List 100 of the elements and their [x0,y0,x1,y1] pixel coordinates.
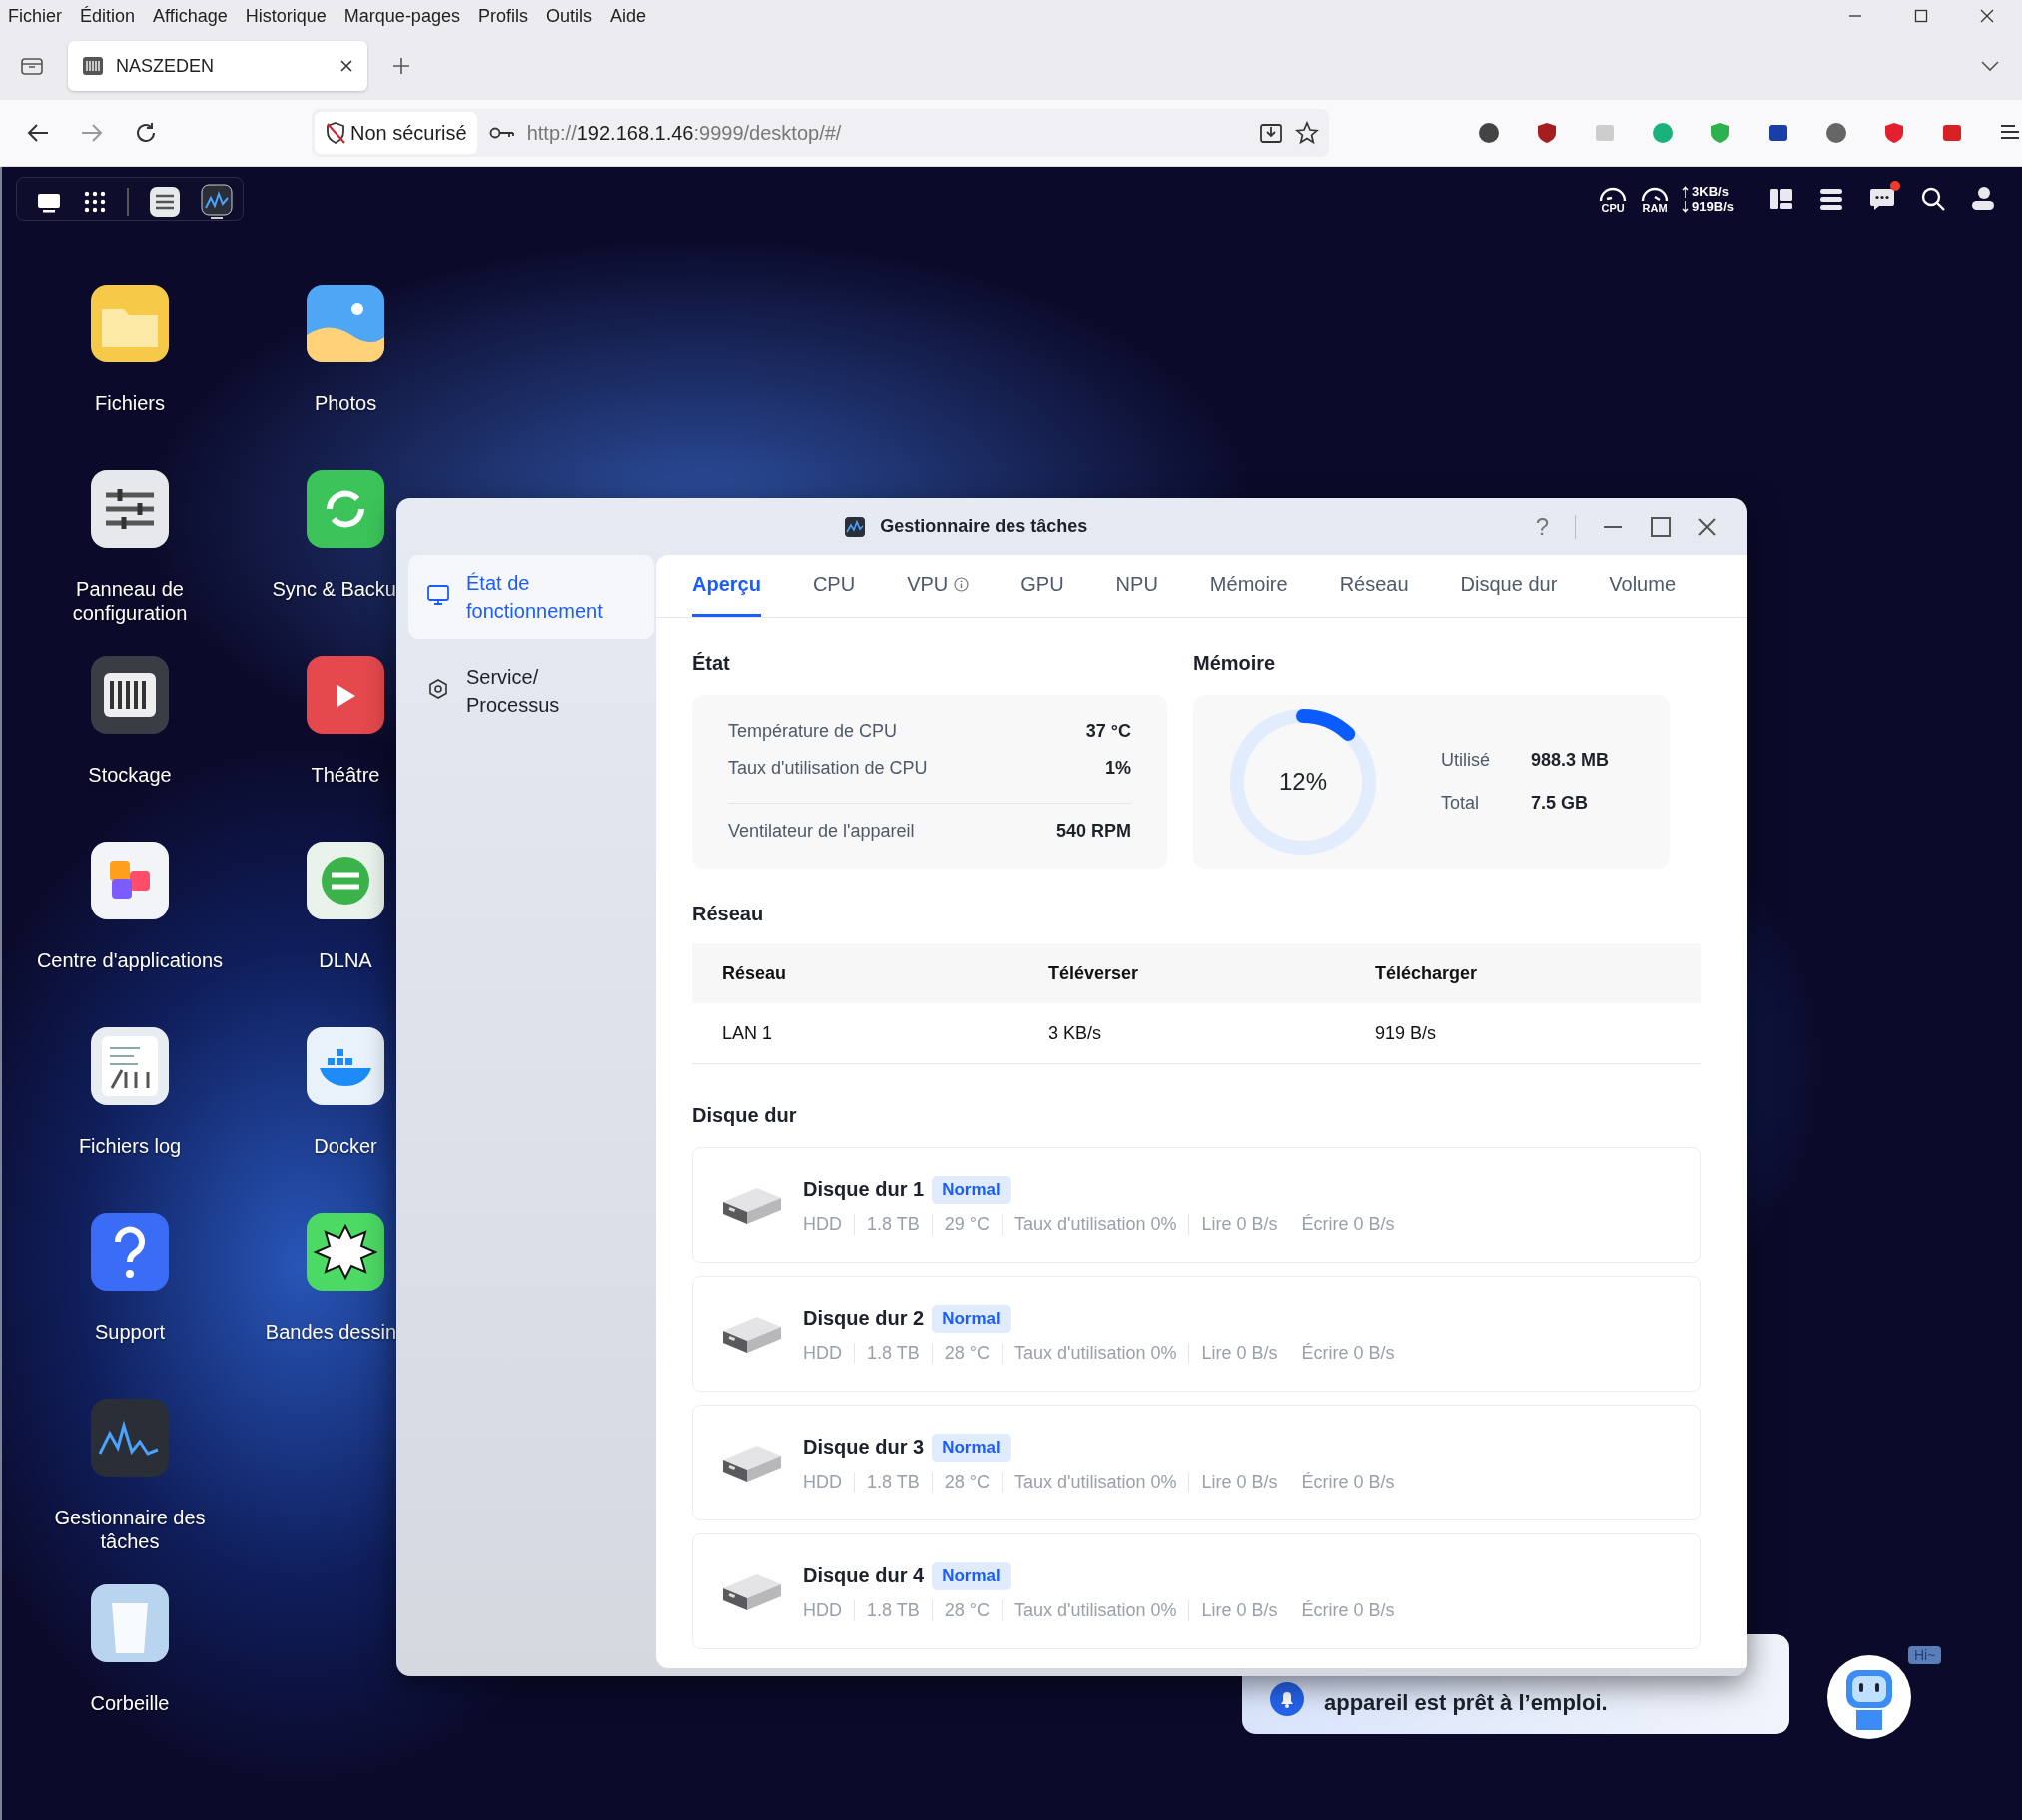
app-label[interactable]: DLNA [319,948,372,972]
section-heading: État [692,652,731,675]
forward-icon[interactable] [80,122,104,144]
tab[interactable]: Aperçu [692,555,761,617]
address-bar[interactable]: Non sécurisé http://192.168.1.46:9999/desktop/#/ [311,109,1329,157]
maximize-icon[interactable] [1914,9,1928,23]
robot-avatar-icon[interactable] [1826,1654,1912,1740]
app-label[interactable]: Stockage [88,763,172,787]
trash-icon[interactable] [90,1583,170,1663]
close-icon[interactable] [1980,9,1994,23]
stat-value: 988.3 MB [1531,750,1610,771]
question-icon[interactable] [90,1212,170,1292]
tab[interactable]: GPU [1020,555,1064,617]
app-label[interactable]: Fichiers log [78,1134,182,1158]
disk-detail: HDD [803,1342,855,1364]
list-icon[interactable] [1818,187,1844,211]
security-indicator[interactable]: Non sécurisé [314,112,477,154]
tab[interactable]: NPU [1115,555,1158,617]
browser-tab[interactable]: NASZEDEN [68,41,367,91]
menu-item[interactable]: Affichage [153,5,228,27]
new-tab-icon[interactable] [391,56,411,76]
menu-item[interactable]: Profils [477,5,528,27]
help-button[interactable]: ? [1535,512,1549,541]
sync-icon[interactable] [306,469,385,549]
app-label[interactable]: Docker [314,1134,377,1158]
app-label[interactable]: Fichiers [95,391,165,415]
memory-percent: 12% [1278,768,1327,796]
close-icon[interactable] [339,59,353,73]
cpu-gauge[interactable]: CPU [1598,184,1629,214]
menu-item[interactable]: Historique [245,5,327,27]
comic-icon[interactable] [306,1212,385,1292]
chevron-down-icon[interactable] [1980,60,2000,72]
extension-icon[interactable] [1824,121,1848,145]
storage-icon[interactable] [90,655,170,735]
log-icon[interactable] [90,1026,170,1106]
status-tag: Normal [932,1304,1011,1333]
tab[interactable]: CPU [812,555,856,617]
tab[interactable]: VPU [907,555,970,617]
photo-icon[interactable] [306,284,385,363]
app-label[interactable]: Corbeille [90,1691,170,1715]
grid-icon[interactable] [83,190,107,214]
app-label[interactable]: Sync & Backu [272,577,396,601]
disk-detail: 28 °C [944,1342,1003,1364]
sidebar-item[interactable]: État de fonctionnement [408,555,654,639]
maximize-icon[interactable] [1650,515,1672,538]
stat-label: Température de CPU [728,720,898,742]
disk-detail: HDD [803,1471,855,1493]
play-icon[interactable] [306,655,385,735]
download-page-icon[interactable] [1259,122,1283,144]
section-heading: Mémoire [1193,652,1277,675]
menu-item[interactable]: Aide [609,5,646,27]
apps-icon[interactable] [90,841,170,920]
sliders-icon[interactable] [149,186,181,218]
tab-list-icon[interactable] [20,55,44,77]
app-label[interactable]: Théâtre [311,763,380,787]
extension-icon[interactable] [1882,121,1906,145]
tab[interactable]: Mémoire [1209,555,1288,617]
extension-icon[interactable] [1535,121,1559,145]
key-icon[interactable] [488,126,515,140]
whale-icon[interactable] [306,1026,385,1106]
chart-icon [844,515,867,538]
app-label[interactable]: Centre d'applications [36,948,224,972]
menu-item[interactable]: Fichier [8,5,62,27]
chart-icon[interactable] [90,1398,170,1478]
status-tag: Normal [932,1433,1011,1462]
greeting-badge: Hi~ [1908,1646,1942,1664]
stat-label: Total [1441,793,1481,814]
disk-detail: 1.8 TB [867,1342,933,1364]
chart-icon[interactable] [201,184,233,220]
app-label[interactable]: Photos [314,391,377,415]
close-icon[interactable] [1697,516,1717,537]
layout-icon[interactable] [1768,187,1794,211]
tab[interactable]: Réseau [1339,555,1409,617]
disk-detail: Taux d'utilisation 0% [1013,1342,1190,1364]
app-label[interactable]: Panneau de configuration [30,577,230,625]
disk-detail: Lire 0 B/s [1201,1471,1279,1493]
disk-detail: Écrire 0 B/s [1301,1599,1396,1621]
search-icon[interactable] [1920,186,1946,212]
folder-icon[interactable] [90,284,170,363]
arrow-up-icon [1682,185,1690,198]
extension-icon[interactable] [1477,121,1501,145]
tab[interactable]: Volume [1609,555,1676,617]
sidebar-item[interactable]: Service/ Processus [408,649,654,733]
upload-speed: 3KB/s [1692,184,1729,199]
menu-item[interactable]: Outils [545,5,592,27]
back-icon[interactable] [26,122,50,144]
disk-detail: Taux d'utilisation 0% [1013,1471,1190,1493]
notification-text: appareil est prêt à l’emploi. [1324,1690,1608,1716]
app-label[interactable]: Support [94,1320,166,1344]
star-icon[interactable] [1295,121,1319,145]
user-icon[interactable] [1970,186,1996,212]
ram-gauge[interactable]: RAM [1640,184,1671,214]
download-speed: 919B/s [1692,199,1734,214]
tab[interactable]: Disque dur [1460,555,1558,617]
menu-item[interactable]: Marque-pages [343,5,460,27]
app-label[interactable]: Gestionnaire des tâches [30,1506,230,1553]
sliders-icon[interactable] [90,469,170,549]
menu-item[interactable]: Édition [80,5,136,27]
app-label[interactable]: Bandes dessin [265,1320,396,1344]
stat-label: Taux d'utilisation de CPU [728,757,928,779]
